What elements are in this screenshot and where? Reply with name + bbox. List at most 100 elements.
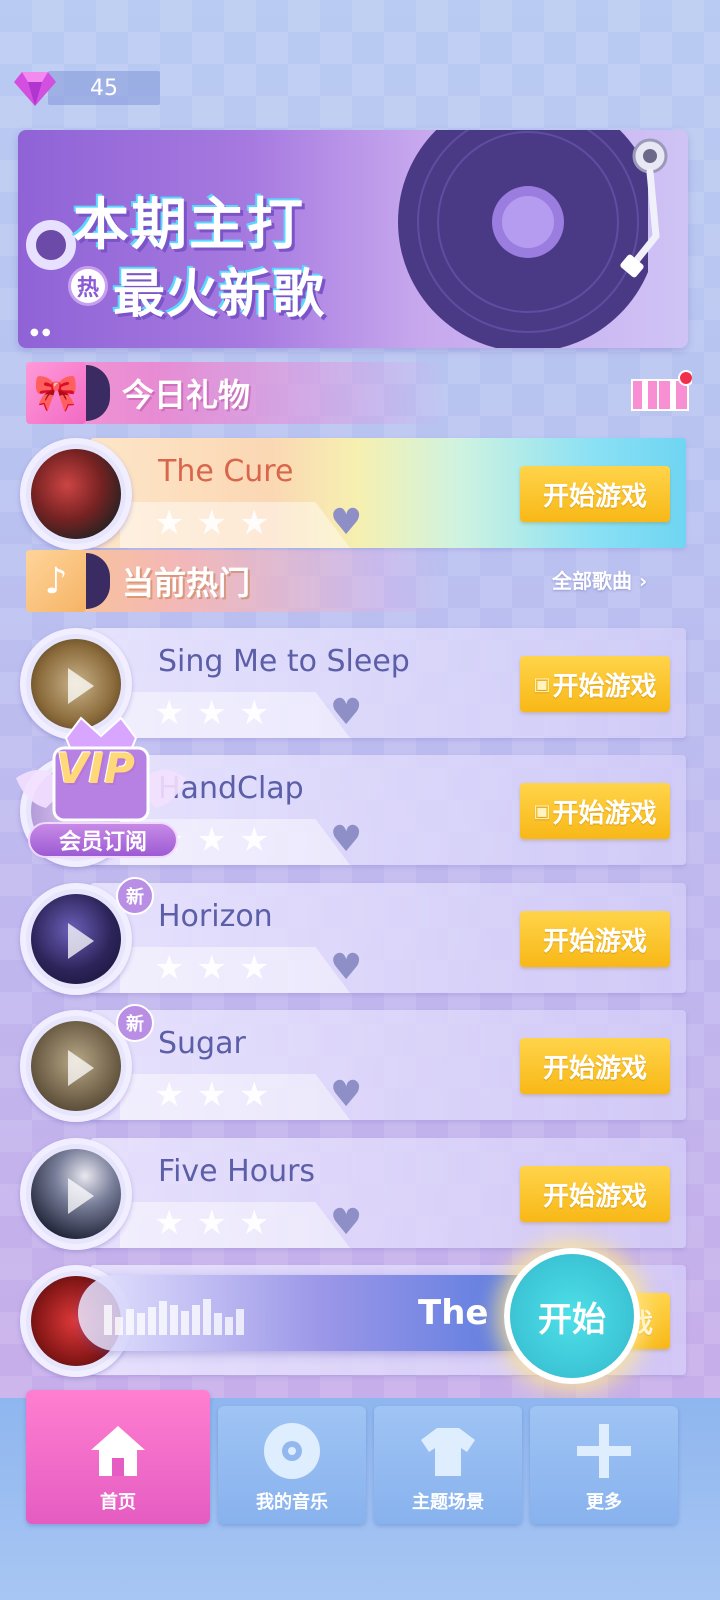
star-icon: ★ <box>238 1075 270 1115</box>
heart-icon[interactable]: ♥ <box>330 502 362 543</box>
banner-decor-dot <box>26 220 76 270</box>
all-songs-label: 全部歌曲 <box>552 569 632 593</box>
heart-icon[interactable]: ♥ <box>330 692 362 733</box>
heart-icon[interactable]: ♥ <box>330 1074 362 1115</box>
song-title: Horizon <box>158 899 273 934</box>
nav-home[interactable]: 首页 <box>26 1390 210 1524</box>
song-card[interactable]: 新 Horizon ★ ★ ★ ♥ 开始游戏 <box>20 877 686 995</box>
start-game-button[interactable]: 开始游戏 <box>520 466 670 522</box>
start-button-label: 开始游戏 <box>542 481 647 512</box>
difficulty-stars: ★ ★ ★ <box>154 506 269 540</box>
star-icon: ★ <box>196 503 227 543</box>
song-title: Sing Me to Sleep <box>158 644 410 679</box>
star-icon: ★ <box>238 503 270 543</box>
play-button-label: 开始 <box>538 1299 606 1340</box>
heart-icon[interactable]: ♥ <box>330 947 362 988</box>
section-title: 当前热门 <box>122 564 251 602</box>
heart-icon[interactable]: ♥ <box>330 819 362 860</box>
nav-label: 主题场景 <box>412 1492 484 1513</box>
vinyl-record-icon <box>398 130 648 348</box>
promo-banner[interactable]: 本期主打 热 最火新歌 ● ● <box>18 130 688 348</box>
half-disc-decor <box>86 553 110 609</box>
video-icon: ▣ <box>533 800 551 822</box>
nav-label: 首页 <box>100 1492 136 1513</box>
chevron-right-icon: › <box>638 569 648 593</box>
song-card[interactable]: 新 Sugar ★ ★ ★ ♥ 开始游戏 <box>20 1004 686 1122</box>
nav-theme-scene[interactable]: 主题场景 <box>374 1406 522 1524</box>
play-icon <box>68 1050 94 1086</box>
gift-icon[interactable] <box>628 370 692 412</box>
vip-text: VIP <box>56 744 135 793</box>
start-button-label: 开始游戏 <box>542 926 647 957</box>
song-title: The Cure <box>158 454 294 489</box>
star-icon: ★ <box>196 1203 227 1243</box>
gem-count: 45 <box>48 71 160 105</box>
diamond-icon <box>14 72 56 106</box>
nav-label: 更多 <box>586 1492 622 1513</box>
gem-counter[interactable]: 45 <box>14 70 160 106</box>
song-cover[interactable] <box>20 1138 132 1250</box>
star-icon: ★ <box>238 948 270 988</box>
equalizer-icon <box>104 1295 244 1335</box>
start-game-button[interactable]: 开始游戏 <box>520 911 670 967</box>
difficulty-stars: ★ ★ ★ <box>154 1206 269 1240</box>
nav-more[interactable]: 更多 <box>530 1406 678 1524</box>
star-icon: ★ <box>196 948 227 988</box>
start-button-label: 开始游戏 <box>542 1053 647 1084</box>
start-button-label: 开始游戏 <box>542 1181 647 1212</box>
bottom-nav: 首页 我的音乐 主题场景 更多 <box>0 1390 720 1600</box>
plus-icon <box>577 1424 631 1478</box>
tonearm-icon <box>620 138 668 278</box>
all-songs-link[interactable]: 全部歌曲 › <box>552 565 647 594</box>
start-game-button[interactable]: ▣ 开始游戏 <box>520 783 670 839</box>
start-play-button[interactable]: 开始 <box>504 1248 640 1384</box>
half-disc-decor <box>86 365 110 421</box>
song-cover[interactable] <box>20 883 132 995</box>
disc-icon <box>264 1423 320 1479</box>
start-game-button[interactable]: 开始游戏 <box>520 1038 670 1094</box>
song-title: Sugar <box>158 1026 246 1061</box>
start-game-button[interactable]: ▣ 开始游戏 <box>520 656 670 712</box>
home-icon <box>91 1426 145 1476</box>
banner-title: 本期主打 <box>73 193 305 258</box>
gift-box-icon: 🎀 <box>26 362 86 424</box>
star-icon: ★ <box>196 1075 227 1115</box>
start-button-label: 开始游戏 <box>552 671 657 702</box>
hot-badge: 热 <box>68 266 108 306</box>
star-icon: ★ <box>238 1203 270 1243</box>
vip-label: 会员订阅 <box>28 822 178 858</box>
now-playing-title: The <box>418 1293 489 1333</box>
star-icon: ★ <box>196 693 227 733</box>
song-cover[interactable] <box>20 1010 132 1122</box>
nav-label: 我的音乐 <box>256 1492 328 1513</box>
star-icon: ★ <box>238 820 270 860</box>
start-button-label: 开始游戏 <box>552 798 657 829</box>
nav-my-music[interactable]: 我的音乐 <box>218 1406 366 1524</box>
music-note-icon: ♪ <box>26 550 86 612</box>
star-icon: ★ <box>154 1075 185 1115</box>
difficulty-stars: ★ ★ ★ <box>154 1078 269 1112</box>
star-icon: ★ <box>154 503 185 543</box>
play-icon <box>68 668 94 704</box>
section-today-gift: 🎀 今日礼物 <box>26 362 446 424</box>
heart-icon[interactable]: ♥ <box>330 1202 362 1243</box>
vip-subscription-badge[interactable]: VIP 会员订阅 <box>6 708 196 868</box>
new-badge: 新 <box>116 877 154 915</box>
star-icon: ★ <box>196 820 227 860</box>
play-icon <box>68 923 94 959</box>
banner-pagination: ● ● <box>30 327 51 338</box>
tshirt-icon <box>421 1428 475 1476</box>
song-card[interactable]: Five Hours ★ ★ ★ ♥ 开始游戏 <box>20 1138 686 1250</box>
section-title: 今日礼物 <box>122 376 251 414</box>
song-title: Five Hours <box>158 1154 316 1189</box>
song-cover <box>20 438 132 550</box>
difficulty-stars: ★ ★ ★ <box>154 951 269 985</box>
play-icon <box>68 1178 94 1214</box>
star-icon: ★ <box>238 693 270 733</box>
star-icon: ★ <box>154 948 185 988</box>
star-icon: ★ <box>154 1203 185 1243</box>
new-badge: 新 <box>116 1004 154 1042</box>
start-game-button[interactable]: 开始游戏 <box>520 1166 670 1222</box>
featured-song-card[interactable]: The Cure ★ ★ ★ ♥ 开始游戏 <box>20 438 686 550</box>
section-current-hot: ♪ 当前热门 <box>26 550 446 612</box>
